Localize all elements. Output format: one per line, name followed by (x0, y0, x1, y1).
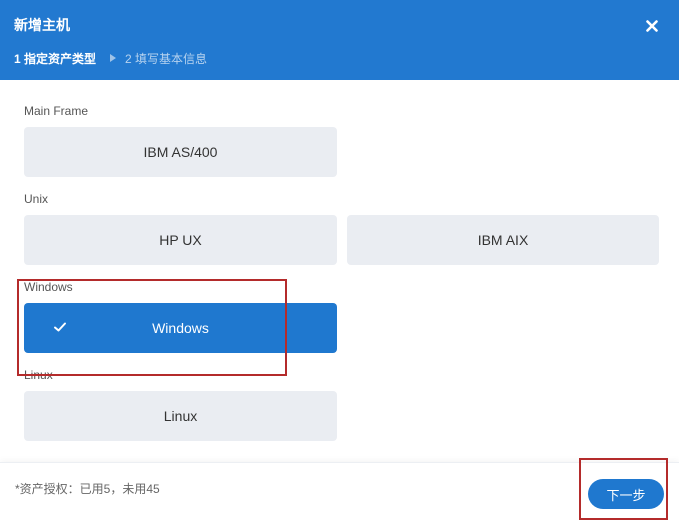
caret-right-icon (110, 54, 117, 62)
section-label-unix: Unix (24, 192, 49, 206)
option-windows[interactable]: Windows (24, 303, 337, 353)
section-label-main-frame: Main Frame (24, 104, 89, 118)
step-indicator: 1 指定资产类型 2 填写基本信息 (14, 50, 207, 66)
option-linux[interactable]: Linux (24, 391, 337, 441)
check-icon (54, 322, 66, 332)
option-windows-label: Windows (152, 320, 209, 336)
section-label-windows: Windows (24, 280, 73, 294)
close-button[interactable] (641, 15, 663, 37)
section-label-linux: Linux (24, 368, 53, 382)
close-icon (646, 20, 658, 32)
dialog-title: 新增主机 (14, 17, 70, 33)
option-hp-ux[interactable]: HP UX (24, 215, 337, 265)
dialog-header: 新增主机 1 指定资产类型 2 填写基本信息 (0, 0, 679, 80)
option-ibm-aix[interactable]: IBM AIX (347, 215, 659, 265)
step-2-label: 2 填写基本信息 (125, 51, 208, 66)
step-1-label: 1 指定资产类型 (14, 51, 97, 66)
option-ibm-as400[interactable]: IBM AS/400 (24, 127, 337, 177)
next-button[interactable]: 下一步 (588, 479, 664, 509)
license-info: *资产授权：已用5，未用45 (15, 482, 160, 496)
